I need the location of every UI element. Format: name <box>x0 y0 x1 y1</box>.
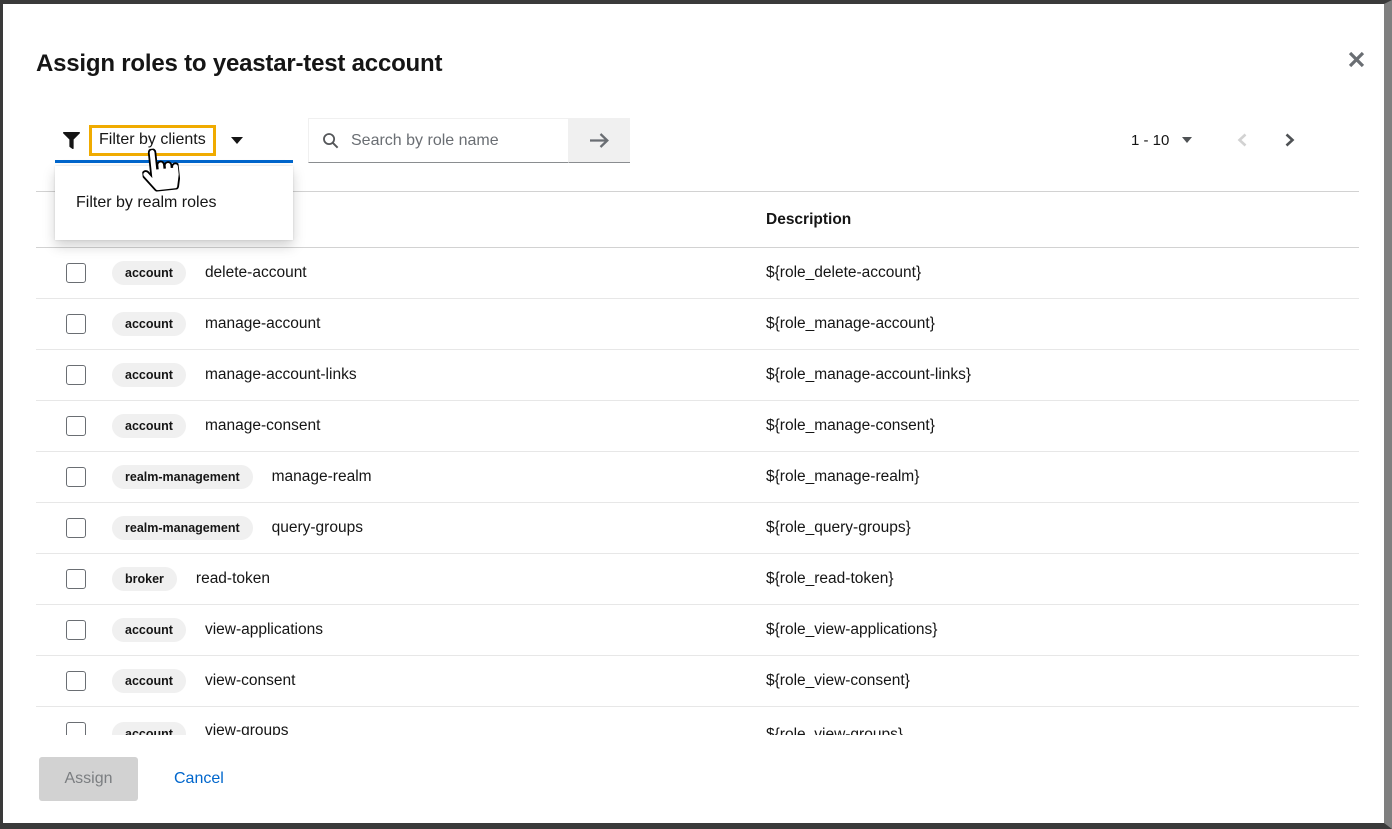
row-checkbox[interactable] <box>66 365 86 385</box>
role-name: manage-consent <box>205 417 320 435</box>
pagination-range: 1 - 10 <box>1131 132 1169 149</box>
table-row: account manage-account ${role_manage-accou… <box>36 299 1359 350</box>
chevron-right-icon <box>1283 132 1296 148</box>
row-checkbox[interactable] <box>66 416 86 436</box>
client-badge: account <box>112 261 186 285</box>
row-checkbox[interactable] <box>66 314 86 334</box>
modal-window: Assign roles to yeastar-test account Fil… <box>0 0 1392 829</box>
assign-button[interactable]: Assign <box>39 757 138 801</box>
row-checkbox[interactable] <box>66 671 86 691</box>
client-badge: account <box>112 669 186 693</box>
role-name: query-groups <box>272 519 363 537</box>
role-name: view-applications <box>205 621 323 639</box>
role-name: view-consent <box>205 672 295 690</box>
client-badge: account <box>112 618 186 642</box>
role-description: ${role_manage-account} <box>766 315 935 333</box>
role-description: ${role_delete-account} <box>766 264 921 282</box>
table-row: broker read-token ${role_read-token} <box>36 554 1359 605</box>
table-row: account delete-account ${role_delete-accou… <box>36 248 1359 299</box>
client-badge: account <box>112 312 186 336</box>
row-checkbox[interactable] <box>66 722 86 735</box>
assign-roles-modal: Assign roles to yeastar-test account Fil… <box>3 4 1384 823</box>
row-checkbox[interactable] <box>66 569 86 589</box>
table-row: account manage-consent ${role_manage-conse… <box>36 401 1359 452</box>
client-badge: account <box>112 414 186 438</box>
search-submit-button[interactable] <box>569 118 630 163</box>
close-icon[interactable] <box>1341 44 1371 74</box>
table-row: account view-applications ${role_view-appl… <box>36 605 1359 656</box>
role-description: ${role_read-token} <box>766 570 894 588</box>
role-name: manage-realm <box>272 468 372 486</box>
row-checkbox[interactable] <box>66 263 86 283</box>
arrow-right-icon <box>588 132 611 149</box>
role-name: delete-account <box>205 264 307 282</box>
cursor-pointer-icon <box>140 146 181 193</box>
cancel-button[interactable]: Cancel <box>170 757 228 801</box>
row-checkbox[interactable] <box>66 620 86 640</box>
pagination: 1 - 10 <box>1131 117 1296 163</box>
client-badge: broker <box>112 567 177 591</box>
pagination-prev-button[interactable] <box>1236 132 1249 148</box>
pagination-next-button[interactable] <box>1283 132 1296 148</box>
page-title: Assign roles to yeastar-test account <box>36 50 442 78</box>
chevron-down-icon <box>231 137 243 144</box>
table-row: account manage-account-links ${role_manage… <box>36 350 1359 401</box>
role-description: ${role_view-consent} <box>766 672 910 690</box>
x-icon <box>1347 50 1366 69</box>
table-row: realm-management manage-realm ${role_manag… <box>36 452 1359 503</box>
client-badge: realm-management <box>112 465 253 489</box>
description-column-header: Description <box>766 211 851 229</box>
role-description: ${role_manage-consent} <box>766 417 935 435</box>
chevron-left-icon <box>1236 132 1249 148</box>
role-name: manage-account <box>205 315 320 333</box>
client-badge: account <box>112 363 186 387</box>
role-description: ${role_manage-account-links} <box>766 366 971 384</box>
table-row: realm-management query-groups ${role_query… <box>36 503 1359 554</box>
search-input[interactable] <box>349 131 544 151</box>
role-name: view-groups <box>205 722 289 735</box>
table-row: account view-consent ${role_view-consent} <box>36 656 1359 707</box>
role-description: ${role_query-groups} <box>766 519 911 537</box>
client-badge: realm-management <box>112 516 253 540</box>
pagination-caret-down-icon[interactable] <box>1182 137 1192 143</box>
role-name: read-token <box>196 570 270 588</box>
row-checkbox[interactable] <box>66 467 86 487</box>
table-row: account view-groups ${role_view-groups} <box>36 707 1359 735</box>
role-description: ${role_manage-realm} <box>766 468 919 486</box>
client-badge: account <box>112 722 186 735</box>
role-description: ${role_view-groups} <box>766 726 903 735</box>
row-checkbox[interactable] <box>66 518 86 538</box>
role-description: ${role_view-applications} <box>766 621 937 639</box>
search-group <box>308 118 630 163</box>
filter-icon <box>63 132 80 149</box>
roles-table: Description account delete-account ${role_… <box>36 191 1359 735</box>
search-icon <box>322 132 339 149</box>
search-input-wrapper <box>308 118 569 163</box>
menu-item-filter-by-realm-roles[interactable]: Filter by realm roles <box>55 194 216 212</box>
role-name: manage-account-links <box>205 366 357 384</box>
role-table-body: account delete-account ${role_delete-accou… <box>36 248 1359 735</box>
